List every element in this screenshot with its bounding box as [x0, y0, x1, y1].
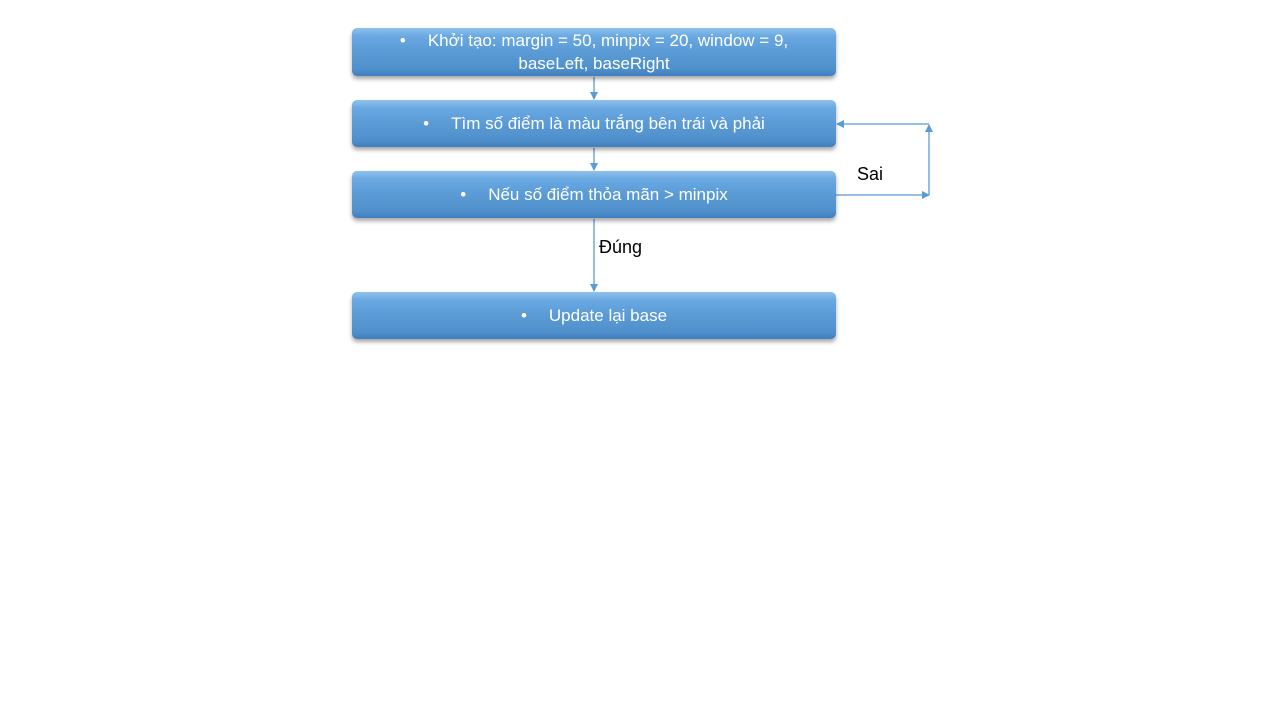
init-step-line-1: • Khởi tạo: margin = 50, minpix = 20, win… [400, 29, 788, 52]
init-step-box: • Khởi tạo: margin = 50, minpix = 20, win… [352, 28, 836, 76]
check-step-text: Nếu số điểm thỏa mãn > minpix [488, 185, 728, 204]
update-step-bullet: • [520, 306, 527, 325]
count-step-text: Tìm số điểm là màu trắng bên trái và phả… [451, 114, 765, 133]
true-branch-label: Đúng [599, 237, 643, 257]
count-step-box: • Tìm số điểm là màu trắng bên trái và ph… [352, 100, 836, 147]
count-step-bullet: • [423, 114, 430, 133]
init-step-text-2: baseLeft, baseRight [518, 54, 670, 73]
check-step-bullet: • [460, 185, 467, 204]
init-step-bullet: • [399, 31, 406, 50]
check-step-box: • Nếu số điểm thỏa mãn > minpix [352, 171, 836, 218]
update-step-box: • Update lại base [352, 292, 836, 339]
update-step-text: Update lại base [548, 306, 668, 325]
init-step-text-1: Khởi tạo: margin = 50, minpix = 20, wind… [427, 31, 789, 50]
init-step-content: • Khởi tạo: margin = 50, minpix = 20, win… [400, 29, 788, 75]
false-branch-label: Sai [857, 164, 884, 184]
